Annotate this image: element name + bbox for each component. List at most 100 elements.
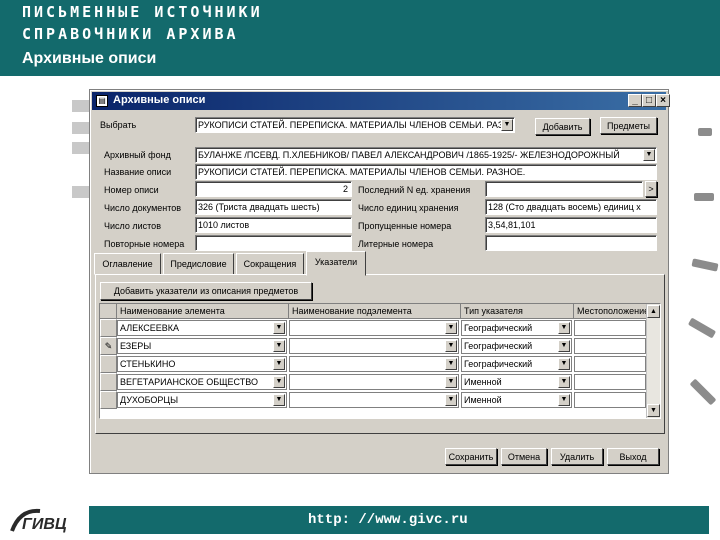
repeat-field[interactable] (195, 235, 352, 251)
save-button[interactable]: Сохранить (445, 448, 497, 465)
sheets-label: Число листов (104, 221, 161, 231)
missed-field[interactable]: 3,54,81,101 (485, 217, 657, 233)
chevron-down-icon[interactable]: ▼ (445, 394, 457, 406)
row-selector[interactable] (100, 391, 117, 409)
chevron-down-icon[interactable]: ▼ (558, 340, 570, 352)
select-value: РУКОПИСИ СТАТЕЙ. ПЕРЕПИСКА. МАТЕРИАЛЫ ЧЛ… (198, 120, 504, 130)
element-cell[interactable]: АЛЕКСЕЕВКА ▼ (117, 320, 287, 336)
exit-button[interactable]: Выход (607, 448, 659, 465)
select-field[interactable]: РУКОПИСИ СТАТЕЙ. ПЕРЕПИСКА. МАТЕРИАЛЫ ЧЛ… (195, 117, 515, 133)
pointer-type-cell[interactable]: Именной ▼ (461, 374, 572, 390)
element-value: ДУХОБОРЦЫ (120, 395, 179, 405)
row-selector[interactable] (100, 355, 117, 373)
decor-dash (698, 128, 712, 136)
grid-vertical-scrollbar[interactable]: ▲ ▼ (646, 304, 660, 418)
chevron-down-icon[interactable]: ▼ (273, 394, 285, 406)
pointer-type-value: Географический (464, 323, 533, 333)
chevron-down-icon[interactable]: ▼ (643, 149, 655, 161)
location-cell[interactable] (574, 374, 646, 390)
header-title-line1: ПИСЬМЕННЫЕ ИСТОЧНИКИ (22, 3, 263, 21)
last-unit-label: Последний N ед. хранения (358, 185, 471, 195)
decor-dash (687, 317, 717, 339)
fond-field[interactable]: БУЛАНЖЕ /ПСЕВД. П.ХЛЕБНИКОВ/ ПАВЕЛ АЛЕКС… (195, 147, 657, 163)
row-selector[interactable] (100, 319, 117, 337)
element-cell[interactable]: ЕЗЕРЫ ▼ (117, 338, 287, 354)
location-cell[interactable] (574, 356, 646, 372)
pointer-type-cell[interactable]: Географический ▼ (461, 320, 572, 336)
column-header-pointer-type: Тип указателя (461, 304, 574, 319)
add-button[interactable]: Добавить (535, 118, 590, 135)
slide-subtitle: Архивные описи (22, 50, 157, 67)
element-cell[interactable]: СТЕНЬКИНО ▼ (117, 356, 287, 372)
row-selector[interactable]: ✎ (100, 337, 117, 355)
row-selector[interactable] (100, 373, 117, 391)
decor-dash (689, 378, 717, 406)
chevron-down-icon[interactable]: ▼ (445, 376, 457, 388)
close-button[interactable]: × (656, 94, 670, 107)
chevron-down-icon[interactable]: ▼ (501, 119, 513, 131)
pointer-type-cell[interactable]: Именной ▼ (461, 392, 572, 408)
footer-url[interactable]: http: //www.givc.ru (308, 512, 468, 528)
tab-pointers[interactable]: Указатели (306, 251, 366, 276)
pointer-type-cell[interactable]: Географический ▼ (461, 356, 572, 372)
fond-value: БУЛАНЖЕ /ПСЕВД. П.ХЛЕБНИКОВ/ ПАВЕЛ АЛЕКС… (198, 150, 620, 160)
location-cell[interactable] (574, 338, 646, 354)
location-cell[interactable] (574, 392, 646, 408)
scroll-up-icon[interactable]: ▲ (647, 305, 660, 318)
opis-name-label: Название описи (104, 167, 172, 177)
subjects-button[interactable]: Предметы (600, 117, 657, 134)
pointer-type-value: Географический (464, 359, 533, 369)
fond-label: Архивный фонд (104, 150, 171, 160)
location-cell[interactable] (574, 320, 646, 336)
element-cell[interactable]: ДУХОБОРЦЫ ▼ (117, 392, 287, 408)
element-cell[interactable]: ВЕГЕТАРИАНСКОЕ ОБЩЕСТВО ▼ (117, 374, 287, 390)
decor-dash (694, 193, 714, 201)
maximize-button[interactable]: □ (642, 94, 656, 107)
minimize-button[interactable]: _ (628, 94, 642, 107)
cancel-button[interactable]: Отмена (501, 448, 547, 465)
tab-contents[interactable]: Оглавление (94, 253, 161, 275)
chevron-down-icon[interactable]: ▼ (273, 340, 285, 352)
tab-abbreviations[interactable]: Сокращения (236, 253, 304, 275)
units-field[interactable]: 128 (Сто двадцать восемь) единиц х (485, 199, 657, 215)
chevron-down-icon[interactable]: ▼ (273, 322, 285, 334)
last-unit-button[interactable]: > (645, 181, 657, 197)
docs-label: Число документов (104, 203, 182, 213)
chevron-down-icon[interactable]: ▼ (273, 358, 285, 370)
subelement-cell[interactable]: ▼ (289, 320, 459, 336)
opis-number-field[interactable]: 2 (195, 181, 352, 197)
subelement-cell[interactable]: ▼ (289, 392, 459, 408)
opis-name-field[interactable]: РУКОПИСИ СТАТЕЙ. ПЕРЕПИСКА. МАТЕРИАЛЫ ЧЛ… (195, 164, 657, 180)
tab-preface[interactable]: Предисловие (163, 253, 234, 275)
logo-text: ГИВЦ (22, 516, 67, 533)
decor-dash (691, 258, 719, 272)
docs-field[interactable]: 326 (Триста двадцать шесть) (195, 199, 352, 215)
archive-opisi-window: ▤ Архивные описи _ □ × Выбрать РУКОПИСИ … (89, 89, 670, 474)
add-pointers-button[interactable]: Добавить указатели из описания предметов (100, 282, 312, 300)
delete-button[interactable]: Удалить (551, 448, 603, 465)
slide-header: ПИСЬМЕННЫЕ ИСТОЧНИКИ СПРАВОЧНИКИ АРХИВА … (0, 0, 720, 76)
select-label: Выбрать (100, 120, 137, 130)
chevron-down-icon[interactable]: ▼ (445, 322, 457, 334)
givc-logo: ГИВЦ (10, 508, 67, 533)
pointer-type-value: Именной (464, 377, 502, 387)
last-unit-field[interactable] (485, 181, 643, 197)
chevron-down-icon[interactable]: ▼ (273, 376, 285, 388)
scroll-down-icon[interactable]: ▼ (647, 404, 660, 417)
opis-number-label: Номер описи (104, 185, 159, 195)
form-icon: ▤ (96, 95, 108, 107)
subelement-cell[interactable]: ▼ (289, 356, 459, 372)
letter-field[interactable] (485, 235, 657, 251)
element-value: АЛЕКСЕЕВКА (120, 323, 180, 333)
chevron-down-icon[interactable]: ▼ (558, 394, 570, 406)
chevron-down-icon[interactable]: ▼ (445, 340, 457, 352)
chevron-down-icon[interactable]: ▼ (445, 358, 457, 370)
chevron-down-icon[interactable]: ▼ (558, 322, 570, 334)
chevron-down-icon[interactable]: ▼ (558, 358, 570, 370)
subelement-cell[interactable]: ▼ (289, 374, 459, 390)
window-titlebar[interactable]: ▤ Архивные описи _ □ × (92, 92, 670, 110)
pointer-type-cell[interactable]: Географический ▼ (461, 338, 572, 354)
subelement-cell[interactable]: ▼ (289, 338, 459, 354)
chevron-down-icon[interactable]: ▼ (558, 376, 570, 388)
sheets-field[interactable]: 1010 листов (195, 217, 352, 233)
